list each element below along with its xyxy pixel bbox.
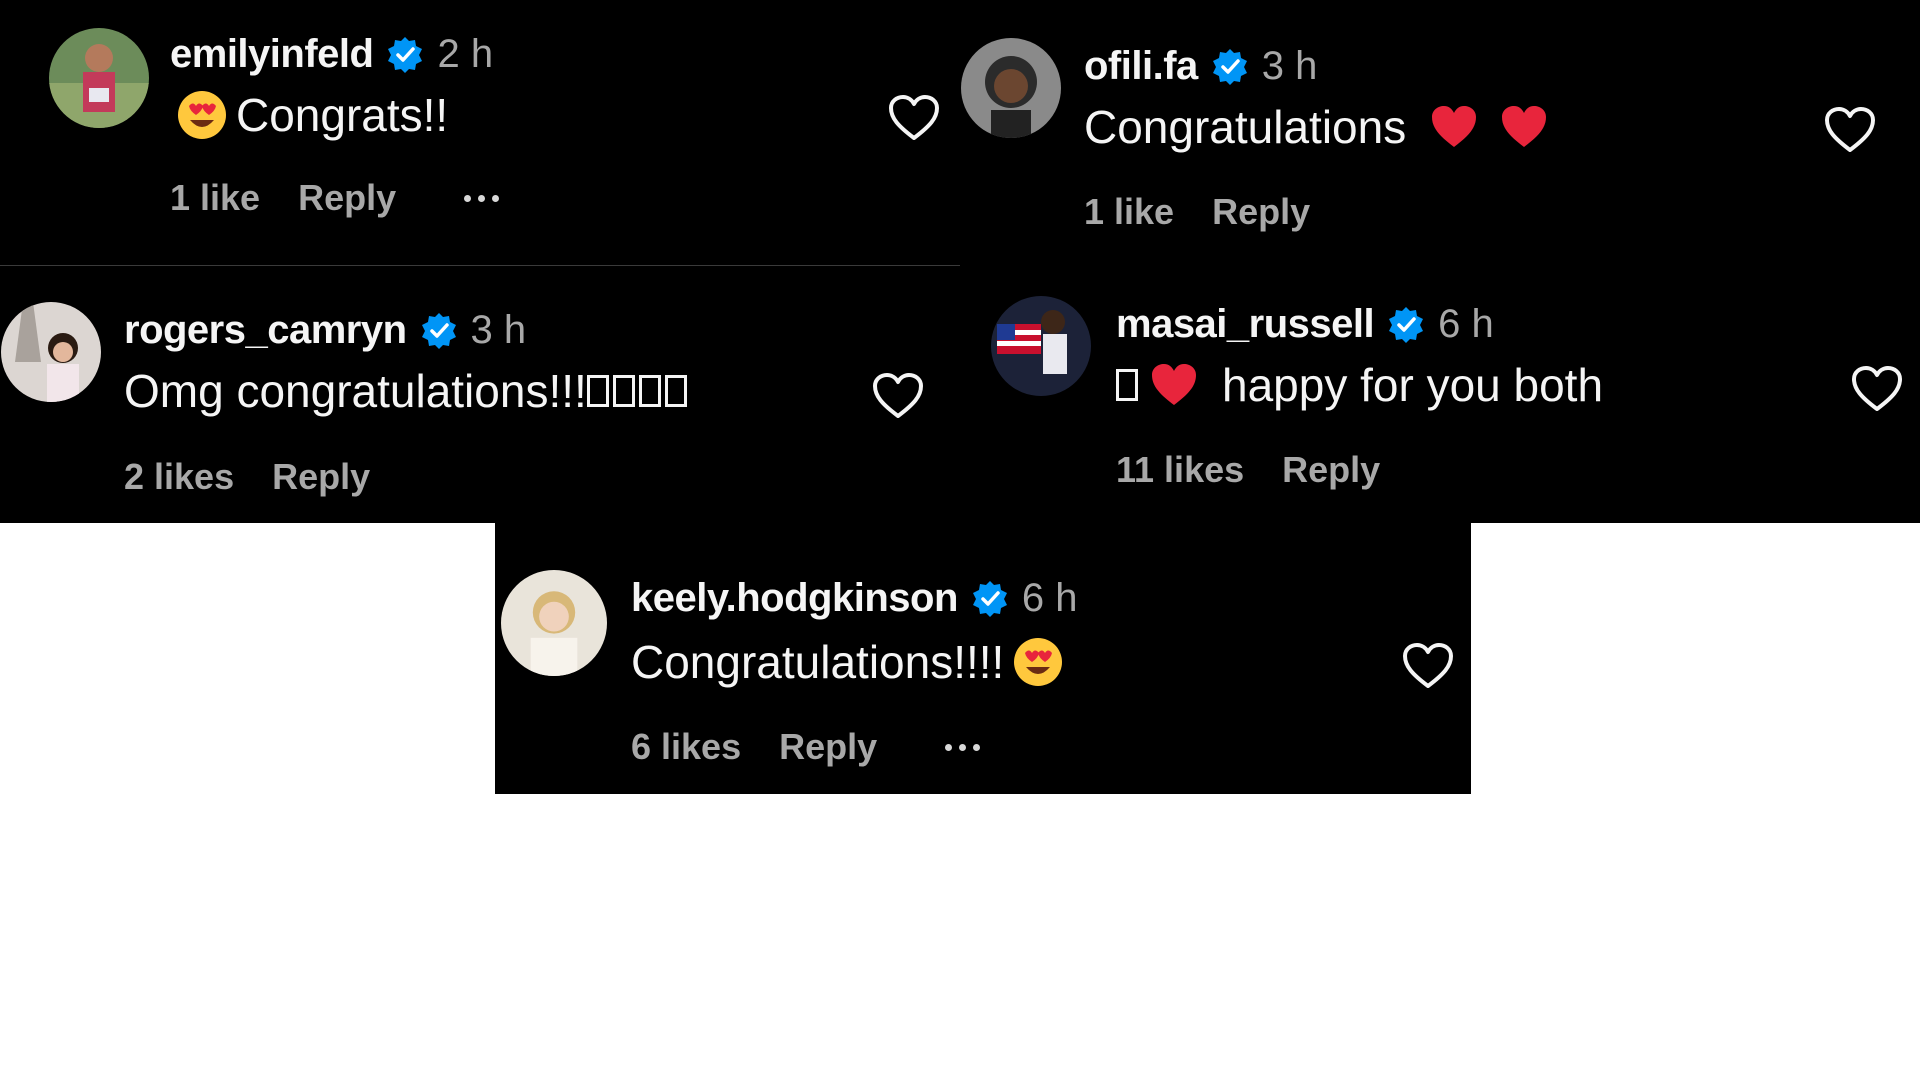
comment-actions: 6 likes Reply [631,726,981,768]
like-count[interactable]: 6 likes [631,726,741,768]
missing-glyph-icon [586,375,609,407]
missing-glyph-icon [664,375,687,407]
like-heart-icon[interactable] [872,372,924,420]
verified-badge-icon [419,311,459,351]
red-heart-emoji-icon [1498,101,1550,153]
avatar-emilyinfeld[interactable] [49,28,149,128]
timestamp: 3 h [1261,44,1318,88]
comment-panel-masai-russell: masai_russell 6 h happy for you both 11 … [960,265,1920,523]
like-heart-icon[interactable] [888,94,940,142]
comment-actions: 11 likes Reply [1116,449,1380,491]
more-options-icon[interactable] [945,743,981,751]
comment-text-row: Omg congratulations!!! [124,364,691,418]
like-count[interactable]: 11 likes [1116,449,1244,491]
comment-text: Congratulations [1084,101,1407,153]
reply-button[interactable]: Reply [1282,449,1380,491]
username[interactable]: masai_russell [1116,302,1375,347]
username[interactable]: rogers_camryn [124,308,407,353]
comment-text: Congratulations!!!! [631,636,1005,688]
like-count[interactable]: 1 like [1084,191,1174,233]
like-count[interactable]: 2 likes [124,456,234,498]
comment-text-row: happy for you both [1116,358,1603,412]
comment-header: keely.hodgkinson 6 h [631,576,1078,621]
username[interactable]: keely.hodgkinson [631,576,958,621]
comment-panel-ofili: ofili.fa 3 h Congratulations 1 like Repl… [960,0,1920,265]
comment-panel-emilyinfeld: emilyinfeld 2 h Congrats!! 1 like Reply [0,0,960,265]
comment-actions: 1 like Reply [1084,191,1310,233]
more-options-icon[interactable] [464,194,500,202]
verified-badge-icon [1210,47,1250,87]
avatar-masai-russell[interactable] [991,296,1091,396]
like-count[interactable]: 1 like [170,177,260,219]
like-heart-icon[interactable] [1851,365,1903,413]
verified-badge-icon [970,579,1010,619]
like-heart-icon[interactable] [1824,106,1876,154]
comment-actions: 2 likes Reply [124,456,370,498]
avatar-rogers-camryn[interactable] [1,302,101,402]
username[interactable]: ofili.fa [1084,44,1198,89]
comment-text: Congrats!! [236,89,449,141]
timestamp: 3 h [470,308,527,352]
red-heart-emoji-icon [1428,101,1480,153]
comment-text: happy for you both [1222,359,1604,411]
missing-glyph-icon [612,375,635,407]
like-heart-icon[interactable] [1402,642,1454,690]
reply-button[interactable]: Reply [1212,191,1310,233]
comment-text-row: Congratulations [1084,100,1550,154]
timestamp: 6 h [1438,302,1494,346]
comment-header: emilyinfeld 2 h [170,32,493,77]
comment-header: masai_russell 6 h [1116,302,1494,347]
missing-glyph-icon [1116,369,1138,401]
comment-header: rogers_camryn 3 h [124,308,526,353]
comment-text-row: Congrats!! [176,88,448,142]
heart-eyes-emoji-icon [1012,636,1064,688]
username[interactable]: emilyinfeld [170,32,374,77]
timestamp: 6 h [1021,576,1078,620]
reply-button[interactable]: Reply [298,177,396,219]
avatar-keely-hodgkinson[interactable] [501,570,607,676]
reply-button[interactable]: Reply [272,456,370,498]
avatar-ofili[interactable] [961,38,1061,138]
timestamp: 2 h [437,32,494,76]
comment-text: Omg congratulations!!! [124,365,587,417]
missing-glyph-icon [638,375,661,407]
reply-button[interactable]: Reply [779,726,877,768]
comment-panel-keely-hodgkinson: keely.hodgkinson 6 h Congratulations!!!!… [495,523,1471,794]
comment-panel-rogers-camryn: rogers_camryn 3 h Omg congratulations!!!… [0,266,960,523]
red-heart-emoji-icon [1148,359,1200,411]
comment-header: ofili.fa 3 h [1084,44,1317,89]
comment-text-row: Congratulations!!!! [631,635,1064,689]
heart-eyes-emoji-icon [176,89,228,141]
verified-badge-icon [385,35,425,75]
verified-badge-icon [1386,305,1426,345]
comment-actions: 1 like Reply [170,177,500,219]
